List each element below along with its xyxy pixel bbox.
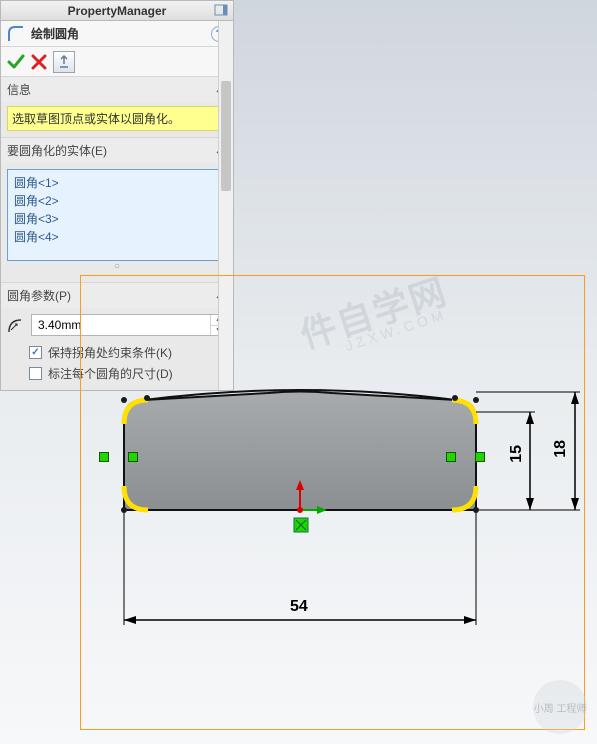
radius-icon xyxy=(7,316,25,334)
sketch-endpoint[interactable] xyxy=(144,395,150,401)
keep-visible-button[interactable] xyxy=(53,51,75,73)
resize-grip[interactable]: ○ xyxy=(7,261,227,276)
dim-width-label[interactable]: 54 xyxy=(290,598,308,616)
dim-h15-label[interactable]: 15 xyxy=(508,445,526,463)
corner-watermark: 小周 工程师 xyxy=(533,680,587,734)
feature-title: 绘制圆角 xyxy=(31,25,211,42)
relation-handle[interactable] xyxy=(446,452,456,462)
relation-handle[interactable] xyxy=(128,452,138,462)
list-item[interactable]: 圆角<1> xyxy=(14,174,220,192)
section-info: 信息 选取草图顶点或实体以圆角化。 xyxy=(1,77,233,138)
keep-constraints-checkbox[interactable] xyxy=(29,346,42,359)
relation-handle[interactable] xyxy=(475,452,485,462)
fillet-icon xyxy=(7,25,25,43)
sketch-endpoint[interactable] xyxy=(121,507,127,513)
section-entities: 要圆角化的实体(E) 圆角<1> 圆角<2> 圆角<3> 圆角<4> ○ xyxy=(1,138,233,283)
list-item[interactable]: 圆角<2> xyxy=(14,192,220,210)
dim-h18-label[interactable]: 18 xyxy=(552,440,570,458)
section-entities-header[interactable]: 要圆角化的实体(E) xyxy=(1,138,233,163)
entities-list[interactable]: 圆角<1> 圆角<2> 圆角<3> 圆角<4> xyxy=(7,169,227,261)
label-each-checkbox[interactable] xyxy=(29,367,42,380)
panel-pin-icon[interactable] xyxy=(213,3,229,17)
section-entities-title: 要圆角化的实体(E) xyxy=(7,142,215,159)
sketch-endpoint[interactable] xyxy=(473,397,479,403)
action-row xyxy=(1,47,233,77)
feature-header: 绘制圆角 ? xyxy=(1,21,233,47)
panel-titlebar: PropertyManager xyxy=(1,1,233,21)
sketch-endpoint[interactable] xyxy=(452,395,458,401)
section-info-header[interactable]: 信息 xyxy=(1,77,233,102)
scrollbar-thumb[interactable] xyxy=(221,81,231,191)
panel-title: PropertyManager xyxy=(68,4,167,18)
sketch-endpoint[interactable] xyxy=(473,507,479,513)
relation-handle[interactable] xyxy=(99,452,109,462)
list-item[interactable]: 圆角<3> xyxy=(14,210,220,228)
info-message: 选取草图顶点或实体以圆角化。 xyxy=(7,106,227,131)
sketch-endpoint[interactable] xyxy=(121,397,127,403)
cancel-button[interactable] xyxy=(31,54,47,70)
section-info-title: 信息 xyxy=(7,81,215,98)
ok-button[interactable] xyxy=(7,53,25,71)
list-item[interactable]: 圆角<4> xyxy=(14,228,220,246)
